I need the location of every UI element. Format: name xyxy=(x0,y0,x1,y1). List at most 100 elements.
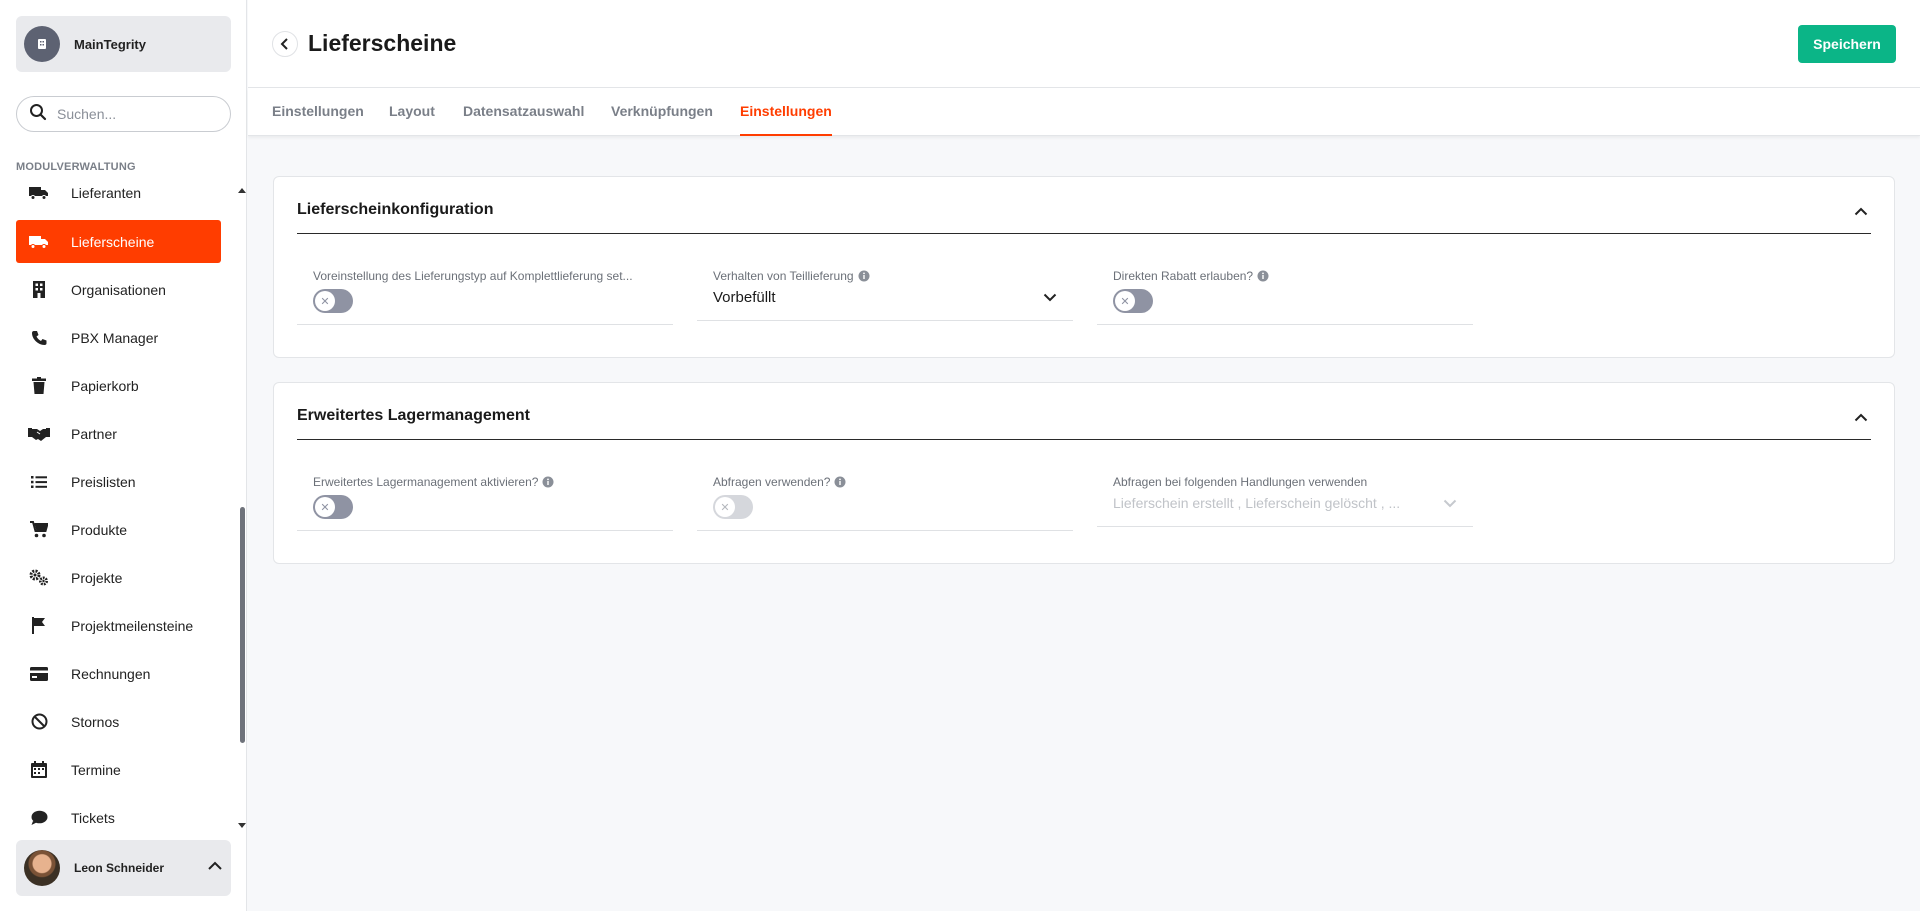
abfragen-handlungen-select-value[interactable]: Lieferschein erstellt , Lieferschein gel… xyxy=(1113,495,1400,511)
lagermanagement-toggle[interactable]: ✕ xyxy=(313,495,353,519)
tab-verknuepfungen[interactable]: Verknüpfungen xyxy=(611,88,713,136)
ban-icon xyxy=(28,711,50,733)
organization-logo-icon xyxy=(24,26,60,62)
info-icon[interactable] xyxy=(1257,270,1269,282)
info-icon[interactable] xyxy=(834,476,846,488)
section-title: Lieferscheinkonfiguration xyxy=(297,201,494,218)
search-box xyxy=(16,96,231,132)
field-label: Abfragen bei folgenden Handlungen verwen… xyxy=(1113,475,1368,489)
scroll-up-arrow-icon[interactable] xyxy=(238,188,246,193)
calendar-icon xyxy=(28,759,50,781)
sidebar-item-stornos[interactable]: Stornos xyxy=(16,700,221,743)
sidebar-item-label: Partner xyxy=(71,425,117,442)
komplettlieferung-toggle[interactable]: ✕ xyxy=(313,289,353,313)
field-komplettlieferung: Voreinstellung des Lieferungstyp auf Kom… xyxy=(297,255,673,325)
credit-card-icon xyxy=(28,663,50,685)
field-label: Verhalten von Teillieferung xyxy=(713,269,870,283)
sidebar-item-preislisten[interactable]: Preislisten xyxy=(16,460,221,503)
cart-icon xyxy=(28,519,50,541)
phone-icon xyxy=(28,327,50,349)
info-icon[interactable] xyxy=(858,270,870,282)
sidebar-item-label: Stornos xyxy=(71,713,120,730)
close-icon: ✕ xyxy=(715,497,735,517)
direkter-rabatt-toggle[interactable]: ✕ xyxy=(1113,289,1153,313)
sidebar-item-lieferanten[interactable]: Lieferanten xyxy=(16,172,221,214)
scroll-down-arrow-icon[interactable] xyxy=(238,823,246,828)
sidebar-item-projekte[interactable]: Projekte xyxy=(16,556,221,599)
sidebar-item-produkte[interactable]: Produkte xyxy=(16,508,221,551)
page-header: Lieferscheine Speichern xyxy=(248,0,1920,88)
save-button[interactable]: Speichern xyxy=(1798,25,1896,63)
sidebar-item-label: Preislisten xyxy=(71,473,136,490)
field-label: Erweitertes Lagermanagement aktivieren? xyxy=(313,475,554,489)
building-icon xyxy=(28,279,50,301)
field-teillieferung: Verhalten von Teillieferung Vorbefüllt xyxy=(697,255,1073,321)
sidebar-item-partner[interactable]: Partner xyxy=(16,412,221,455)
chevron-down-icon[interactable] xyxy=(1043,289,1057,307)
tab-datensatzauswahl[interactable]: Datensatzauswahl xyxy=(463,88,584,136)
sidebar-item-rechnungen[interactable]: Rechnungen xyxy=(16,652,221,695)
field-abfragen-handlungen: Abfragen bei folgenden Handlungen verwen… xyxy=(1097,461,1473,527)
chevron-up-icon[interactable] xyxy=(1854,409,1868,427)
field-abfragen-verwenden: Abfragen verwenden? ✕ xyxy=(697,461,1073,531)
chevron-down-icon[interactable] xyxy=(1443,495,1457,513)
sidebar-item-label: Lieferanten xyxy=(71,185,142,201)
sidebar-item-label: Lieferscheine xyxy=(71,233,155,250)
sidebar-item-label: Termine xyxy=(71,761,121,778)
sidebar-item-label: Rechnungen xyxy=(71,665,151,682)
close-icon: ✕ xyxy=(315,497,335,517)
section-divider xyxy=(297,439,1871,440)
info-icon[interactable] xyxy=(542,476,554,488)
field-direkter-rabatt: Direkten Rabatt erlauben? ✕ xyxy=(1097,255,1473,325)
page-title: Lieferscheine xyxy=(308,30,457,56)
chat-bubble-icon xyxy=(28,807,50,829)
user-menu[interactable]: Leon Schneider xyxy=(16,840,231,896)
sidebar-item-organisationen[interactable]: Organisationen xyxy=(16,268,221,311)
section-title: Erweitertes Lagermanagement xyxy=(297,407,530,424)
sidebar-item-label: PBX Manager xyxy=(71,329,159,346)
section-divider xyxy=(297,233,1871,234)
sidebar-item-label: Produkte xyxy=(71,521,128,538)
sidebar-item-tickets[interactable]: Tickets xyxy=(16,796,221,832)
sidebar-item-label: Projekte xyxy=(71,569,123,586)
flag-icon xyxy=(28,615,50,637)
gears-icon xyxy=(28,567,50,589)
field-lagermanagement-aktivieren: Erweitertes Lagermanagement aktivieren? … xyxy=(297,461,673,531)
truck-icon xyxy=(28,231,50,253)
sidebar-item-lieferscheine[interactable]: Lieferscheine xyxy=(16,220,221,263)
tab-einstellungen-general[interactable]: Einstellungen xyxy=(272,88,364,136)
sidebar-item-termine[interactable]: Termine xyxy=(16,748,221,791)
chevron-up-icon[interactable] xyxy=(1854,203,1868,221)
search-icon xyxy=(29,103,47,126)
section-lieferscheinkonfiguration: Lieferscheinkonfiguration Voreinstellung… xyxy=(273,176,1895,358)
tab-layout[interactable]: Layout xyxy=(389,88,435,136)
teillieferung-select-value[interactable]: Vorbefüllt xyxy=(713,289,776,306)
search-input[interactable] xyxy=(57,106,217,122)
module-nav: Lieferanten Lieferscheine Organisationen… xyxy=(16,172,239,832)
sidebar-item-pbx-manager[interactable]: PBX Manager xyxy=(16,316,221,359)
field-label: Abfragen verwenden? xyxy=(713,475,846,489)
sidebar: MainTegrity MODULVERWALTUNG Lieferanten … xyxy=(0,0,247,911)
tab-bar: Einstellungen Layout Datensatzauswahl Ve… xyxy=(248,88,1920,136)
user-name: Leon Schneider xyxy=(74,861,165,875)
sidebar-scrollbar[interactable] xyxy=(240,507,245,743)
close-icon: ✕ xyxy=(1115,291,1135,311)
section-erweitertes-lagermanagement: Erweitertes Lagermanagement Erweitertes … xyxy=(273,382,1895,564)
truck-icon xyxy=(28,182,50,204)
abfragen-toggle[interactable]: ✕ xyxy=(713,495,753,519)
sidebar-item-projektmeilensteine[interactable]: Projektmeilensteine xyxy=(16,604,221,647)
close-icon: ✕ xyxy=(315,291,335,311)
tab-einstellungen-active[interactable]: Einstellungen xyxy=(740,88,832,136)
avatar xyxy=(24,850,60,886)
sidebar-item-label: Projektmeilensteine xyxy=(71,617,194,634)
sidebar-item-label: Organisationen xyxy=(71,281,166,298)
sidebar-item-label: Tickets xyxy=(71,809,115,826)
back-button[interactable] xyxy=(272,31,298,57)
sidebar-item-label: Papierkorb xyxy=(71,377,139,394)
chevron-left-icon xyxy=(280,38,288,50)
trash-icon xyxy=(28,375,50,397)
chevron-up-icon[interactable] xyxy=(207,858,223,876)
organization-switcher[interactable]: MainTegrity xyxy=(16,16,231,72)
sidebar-item-papierkorb[interactable]: Papierkorb xyxy=(16,364,221,407)
list-icon xyxy=(28,471,50,493)
